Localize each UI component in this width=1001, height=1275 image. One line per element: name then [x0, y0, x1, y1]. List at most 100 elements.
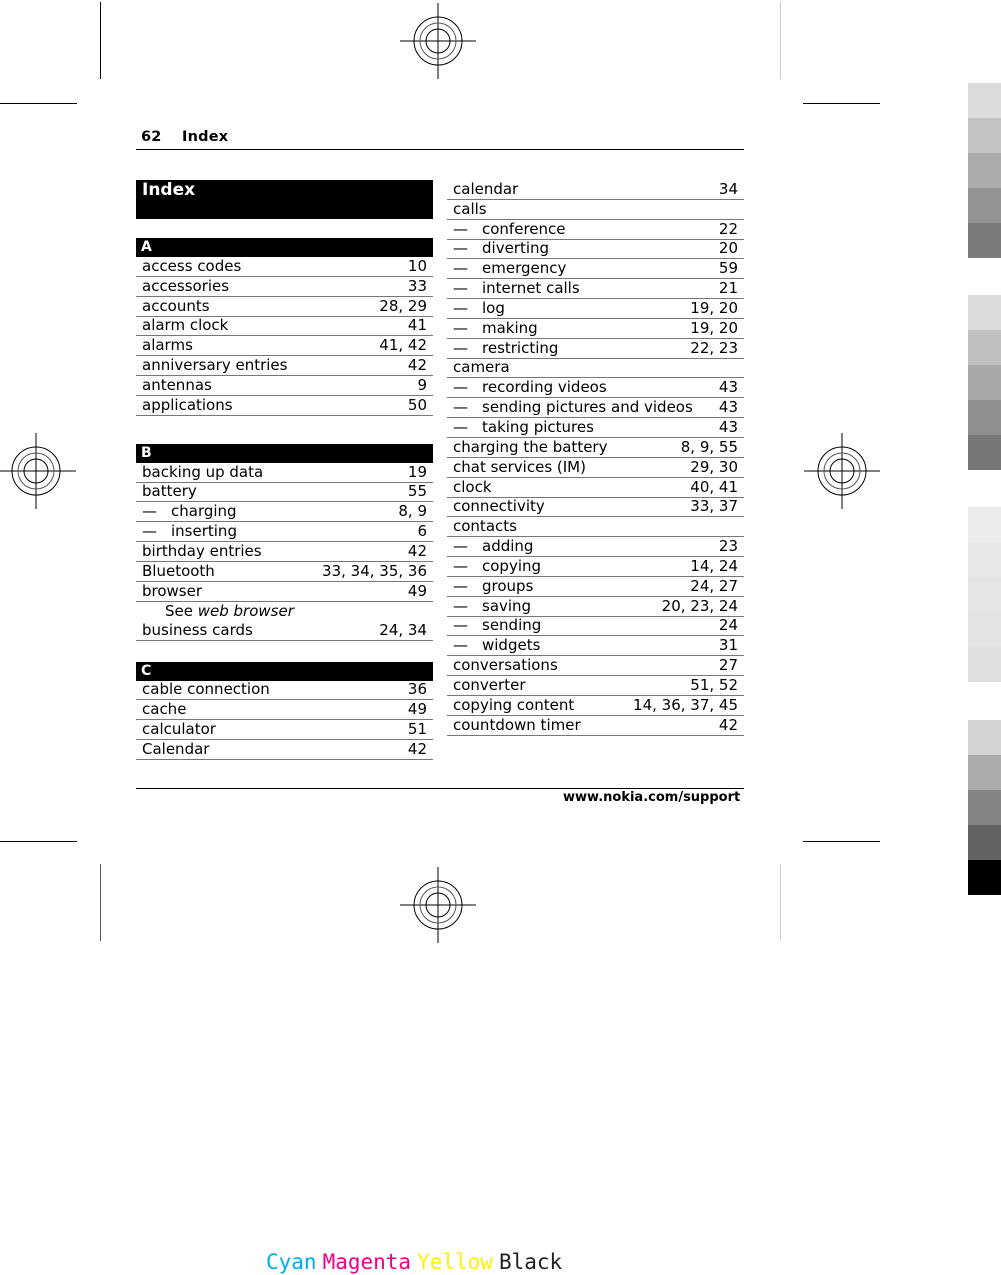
page-references[interactable]: 19 [408, 463, 427, 482]
page-references[interactable]: 43 [719, 418, 738, 437]
index-subentry: recording videos 43 [447, 378, 744, 399]
color-swatch [968, 188, 1001, 223]
color-swatch [968, 400, 1001, 435]
page-references[interactable]: 33 [408, 277, 427, 296]
page-references[interactable]: 8, 9, 55 [681, 438, 738, 457]
index-term: Calendar [142, 739, 210, 758]
page-references[interactable]: 43 [719, 398, 738, 417]
page-references[interactable]: 8, 9 [398, 502, 427, 521]
see-target-link[interactable]: web browser [198, 602, 294, 620]
page-references[interactable]: 22, 23 [690, 339, 738, 358]
index-entry: contacts [447, 517, 744, 538]
page-references[interactable]: 40, 41 [690, 478, 738, 497]
index-term: emergency [453, 259, 566, 278]
page-references[interactable]: 33, 34, 35, 36 [322, 562, 427, 581]
index-term: alarms [142, 336, 193, 355]
see-text: See web browser [165, 602, 294, 621]
page-references[interactable]: 14, 24 [690, 557, 738, 576]
footer-url[interactable]: www.nokia.com/support [563, 790, 740, 805]
page-references[interactable]: 41, 42 [379, 336, 427, 355]
index-term: converter [453, 675, 526, 694]
page-references[interactable]: 51 [408, 720, 427, 739]
index-entry: Bluetooth 33, 34, 35, 36 [136, 562, 433, 582]
index-subentry: inserting 6 [136, 522, 433, 543]
page-references[interactable]: 27 [719, 656, 738, 675]
index-entry: chat services (IM) 29, 30 [447, 458, 744, 478]
index-term: birthday entries [142, 541, 262, 560]
index-entry: business cards 24, 34 [136, 621, 433, 641]
color-swatch [968, 223, 1001, 258]
index-subentry: restricting 22, 23 [447, 339, 744, 359]
separation-label-magenta: Magenta [322, 1250, 412, 1274]
page-references[interactable]: 31 [719, 636, 738, 655]
page-references[interactable]: 24 [719, 616, 738, 635]
color-swatch [968, 755, 1001, 790]
index-subentry: widgets 31 [447, 636, 744, 657]
page-references[interactable]: 49 [408, 582, 427, 601]
index-term: anniversary entries [142, 356, 288, 375]
index-subentry: sending pictures and videos 43 [447, 398, 744, 419]
separation-label-black: Black [498, 1250, 563, 1274]
page-references[interactable]: 42 [719, 716, 738, 735]
index-term: contacts [453, 517, 517, 536]
page-references[interactable]: 20 [719, 239, 738, 258]
page-references[interactable]: 36 [408, 680, 427, 699]
index-entry: calendar 34 [447, 180, 744, 200]
index-term: accounts [142, 296, 210, 315]
index-entry: calls [447, 200, 744, 220]
see-also-reference: See web browser [136, 602, 433, 621]
page-references[interactable]: 20, 23, 24 [662, 597, 738, 616]
index-subentry: copying 14, 24 [447, 557, 744, 577]
crop-mark-bottom-left-vertical [100, 864, 101, 941]
page-references[interactable]: 29, 30 [690, 458, 738, 477]
page-references[interactable]: 59 [719, 259, 738, 278]
index-term: sending [453, 616, 541, 635]
index-term: alarm clock [142, 316, 229, 335]
page-references[interactable]: 42 [408, 542, 427, 561]
page-references[interactable]: 14, 36, 37, 45 [633, 696, 738, 715]
page-references[interactable]: 24, 27 [690, 577, 738, 596]
index-entry: converter 51, 52 [447, 676, 744, 696]
section-title: Index [182, 129, 229, 145]
page-references[interactable]: 19, 20 [690, 319, 738, 338]
page-references[interactable]: 43 [719, 378, 738, 397]
index-term: connectivity [453, 497, 545, 516]
page-references[interactable]: 41 [408, 316, 427, 335]
page-references[interactable]: 6 [417, 522, 427, 541]
page-references[interactable]: 9 [417, 376, 427, 395]
color-swatch [968, 542, 1001, 577]
running-head: 62 Index [141, 129, 228, 145]
index-term: sending pictures and videos [453, 398, 693, 417]
index-term: Bluetooth [142, 561, 215, 580]
page-references[interactable]: 22 [719, 220, 738, 239]
index-entry: antennas 9 [136, 376, 433, 396]
index-section-c: Ccable connection 36 cache 49 calculator 51 Ca… [136, 661, 433, 760]
page-references[interactable]: 42 [408, 356, 427, 375]
registration-mark-left [0, 433, 76, 509]
crop-mark-bottom-left-horizontal [0, 841, 77, 842]
page-references[interactable]: 34 [719, 180, 738, 199]
page-references[interactable]: 19, 20 [690, 299, 738, 318]
page-references[interactable]: 21 [719, 279, 738, 298]
crop-mark-bottom-right-vertical [780, 864, 781, 941]
index-entry: cable connection 36 [136, 680, 433, 701]
index-entry: alarm clock 41 [136, 316, 433, 337]
index-entry: clock 40, 41 [447, 478, 744, 498]
page-references[interactable]: 24, 34 [379, 621, 427, 640]
index-column-right: calendar34callsconference22diverting20em… [447, 180, 744, 736]
page-references[interactable]: 10 [408, 257, 427, 276]
index-subentry: taking pictures 43 [447, 418, 744, 438]
page-references[interactable]: 42 [408, 740, 427, 759]
page-references[interactable]: 50 [408, 396, 427, 415]
index-term: calls [453, 199, 487, 218]
color-swatch [968, 295, 1001, 330]
page-references[interactable]: 55 [408, 482, 427, 501]
index-subentry: internet calls 21 [447, 279, 744, 300]
page-references[interactable]: 28, 29 [379, 297, 427, 316]
page-references[interactable]: 49 [408, 700, 427, 719]
index-column-left: Index Aaccess codes 10 accessories 33 accoun… [136, 180, 433, 760]
page-references[interactable]: 51, 52 [690, 676, 738, 695]
page-references[interactable]: 23 [719, 537, 738, 556]
page-references[interactable]: 33, 37 [690, 497, 738, 516]
